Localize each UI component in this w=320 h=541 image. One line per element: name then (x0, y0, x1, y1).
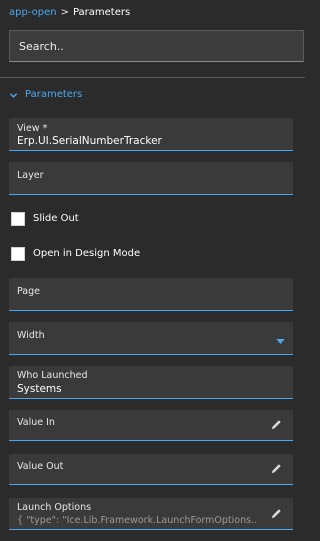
launch-options-value[interactable]: { "type": "Ice.Lib.Framework.LaunchFormO… (17, 515, 257, 526)
search-input[interactable] (19, 39, 294, 53)
page-label: Page (17, 286, 40, 297)
value-in-field[interactable]: Value In (9, 410, 293, 441)
open-in-design-mode-label: Open in Design Mode (33, 248, 141, 259)
layer-field[interactable]: Layer (9, 162, 293, 195)
section-header-parameters[interactable]: Parameters (9, 88, 82, 102)
pencil-icon[interactable] (271, 508, 282, 519)
view-label: View * (17, 123, 48, 134)
caret-down-icon[interactable] (276, 339, 285, 344)
open-in-design-mode-checkbox-row[interactable]: Open in Design Mode (11, 246, 140, 261)
layer-label: Layer (17, 170, 44, 181)
slide-out-checkbox-row[interactable]: Slide Out (11, 211, 79, 226)
who-launched-label: Who Launched (17, 370, 88, 381)
launch-options-field[interactable]: Launch Options { "type": "Ice.Lib.Framew… (9, 498, 293, 530)
section-title: Parameters (25, 89, 83, 100)
breadcrumb-separator: > (60, 7, 69, 18)
slide-out-label: Slide Out (33, 213, 79, 224)
pencil-icon[interactable] (271, 419, 282, 430)
parameters-panel: app-open>Parameters Parameters View * Er… (0, 0, 310, 541)
value-out-field[interactable]: Value Out (9, 454, 293, 485)
value-in-label: Value In (17, 417, 55, 428)
who-launched-value[interactable]: Systems (17, 383, 62, 395)
width-dropdown[interactable]: Width (9, 322, 293, 355)
open-in-design-mode-checkbox[interactable] (11, 246, 25, 261)
search-box[interactable] (9, 30, 304, 62)
view-value[interactable]: Erp.UI.SerialNumberTracker (17, 135, 162, 147)
launch-options-label: Launch Options (17, 502, 92, 513)
breadcrumb-link-app-open[interactable]: app-open (9, 7, 57, 18)
chevron-down-icon (9, 92, 18, 98)
breadcrumb-current: Parameters (72, 7, 131, 18)
view-field[interactable]: View * Erp.UI.SerialNumberTracker (9, 118, 293, 151)
width-label: Width (17, 330, 45, 341)
who-launched-field[interactable]: Who Launched Systems (9, 366, 293, 399)
page-field[interactable]: Page (9, 278, 293, 311)
slide-out-checkbox[interactable] (11, 211, 25, 226)
divider (0, 77, 305, 78)
pencil-icon[interactable] (271, 463, 282, 474)
breadcrumb: app-open > Parameters (9, 6, 130, 20)
value-out-label: Value Out (17, 461, 64, 472)
